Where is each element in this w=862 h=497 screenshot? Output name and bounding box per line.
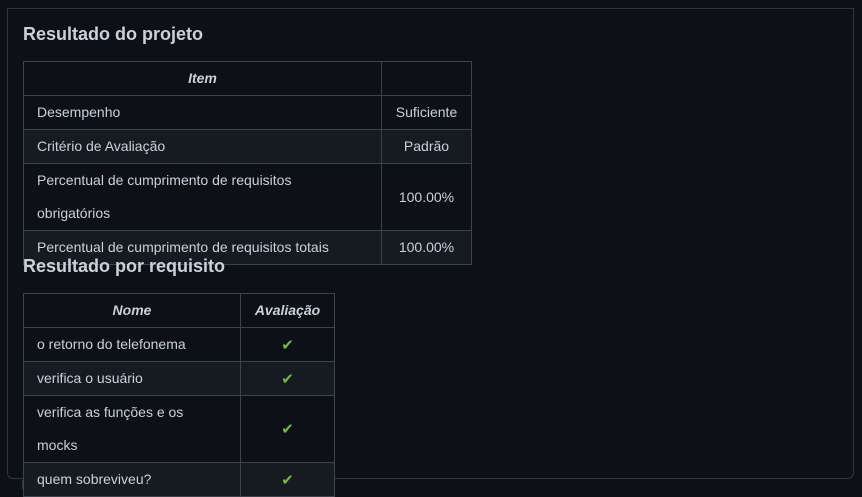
check-icon: ✔ — [281, 369, 294, 388]
requirement-name: quem sobreviveu? — [23, 462, 241, 497]
row-item-label: Desempenho — [23, 95, 382, 130]
column-header-item: Item — [23, 61, 382, 96]
requirement-evaluation: ✔ — [240, 327, 335, 362]
check-icon: ✔ — [281, 420, 294, 439]
table-row: o retorno do telefonema ✔ — [23, 327, 335, 362]
requirement-evaluation: ✔ — [240, 462, 335, 497]
row-item-value: Suficiente — [381, 95, 472, 130]
table-row: Percentual de cumprimento de requisitos … — [23, 163, 472, 231]
check-icon: ✔ — [281, 470, 294, 489]
table-header-row: Nome Avaliação — [23, 293, 335, 328]
requirement-result-heading: Resultado por requisito — [23, 256, 226, 276]
column-header-name: Nome — [23, 293, 241, 328]
table-row: verifica as funções e os mocks ✔ — [23, 395, 335, 463]
table-row: Critério de Avaliação Padrão — [23, 129, 472, 164]
table-row: verifica o usuário ✔ — [23, 361, 335, 396]
row-item-label: Critério de Avaliação — [23, 129, 382, 164]
column-header-value — [381, 61, 472, 96]
project-result-heading: Resultado do projeto — [23, 24, 203, 44]
panel-top-border — [7, 0, 854, 9]
table-header-row: Item — [23, 61, 472, 96]
requirement-name: o retorno do telefonema — [23, 327, 241, 362]
project-result-table: Item Desempenho Suficiente Critério de A… — [23, 61, 472, 265]
requirement-result-table: Nome Avaliação o retorno do telefonema ✔… — [23, 293, 335, 497]
requirement-evaluation: ✔ — [240, 361, 335, 396]
requirement-name: verifica as funções e os mocks — [23, 395, 241, 463]
row-item-value: Padrão — [381, 129, 472, 164]
requirement-name: verifica o usuário — [23, 361, 241, 396]
row-item-value: 100.00% — [381, 230, 472, 265]
table-row: Desempenho Suficiente — [23, 95, 472, 130]
requirement-evaluation: ✔ — [240, 395, 335, 463]
row-item-label: Percentual de cumprimento de requisitos … — [23, 163, 382, 231]
column-header-evaluation: Avaliação — [240, 293, 335, 328]
row-item-value: 100.00% — [381, 163, 472, 231]
table-row: quem sobreviveu? ✔ — [23, 462, 335, 497]
check-icon: ✔ — [281, 335, 294, 354]
